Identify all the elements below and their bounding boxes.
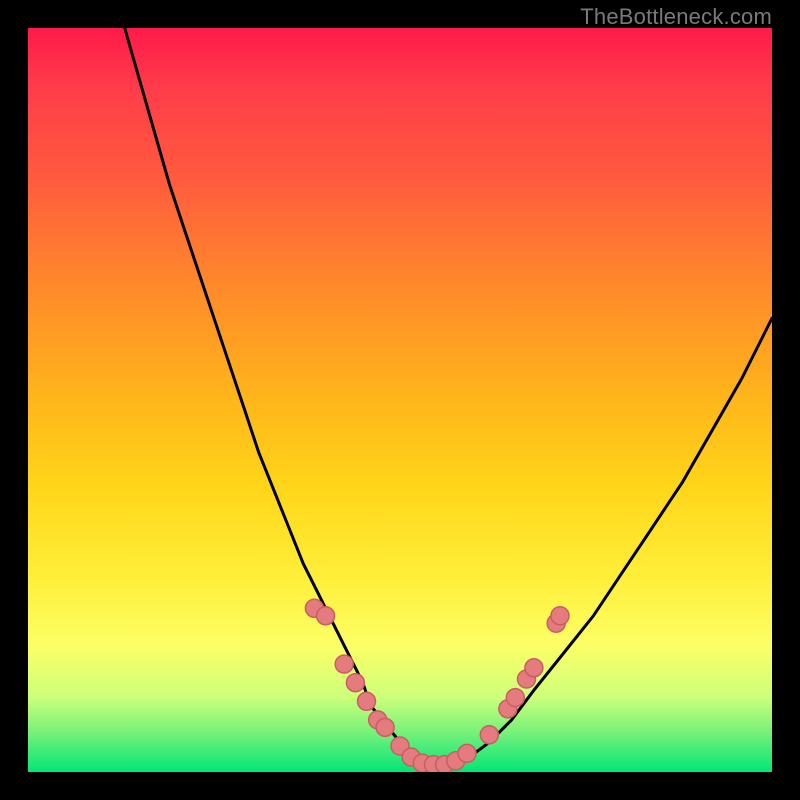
data-marker [458, 744, 476, 762]
watermark-text: TheBottleneck.com [580, 4, 772, 30]
chart-svg [28, 28, 772, 772]
data-marker [376, 718, 394, 736]
data-marker [499, 700, 517, 718]
data-marker [518, 670, 536, 688]
data-marker [317, 607, 335, 625]
chart-frame: TheBottleneck.com [0, 0, 800, 800]
data-marker [346, 674, 364, 692]
data-marker [551, 607, 569, 625]
data-marker [369, 711, 387, 729]
data-marker [480, 726, 498, 744]
data-marker [436, 756, 454, 772]
data-marker [305, 599, 323, 617]
data-marker [358, 692, 376, 710]
data-marker [402, 748, 420, 766]
data-marker [335, 655, 353, 673]
plot-area [28, 28, 772, 772]
data-marker [391, 737, 409, 755]
marker-group [305, 599, 569, 772]
data-marker [547, 614, 565, 632]
data-marker [506, 689, 524, 707]
data-marker [447, 752, 465, 770]
bottleneck-curve [125, 28, 772, 765]
data-marker [413, 754, 431, 772]
data-marker [525, 659, 543, 677]
data-marker [425, 756, 443, 772]
